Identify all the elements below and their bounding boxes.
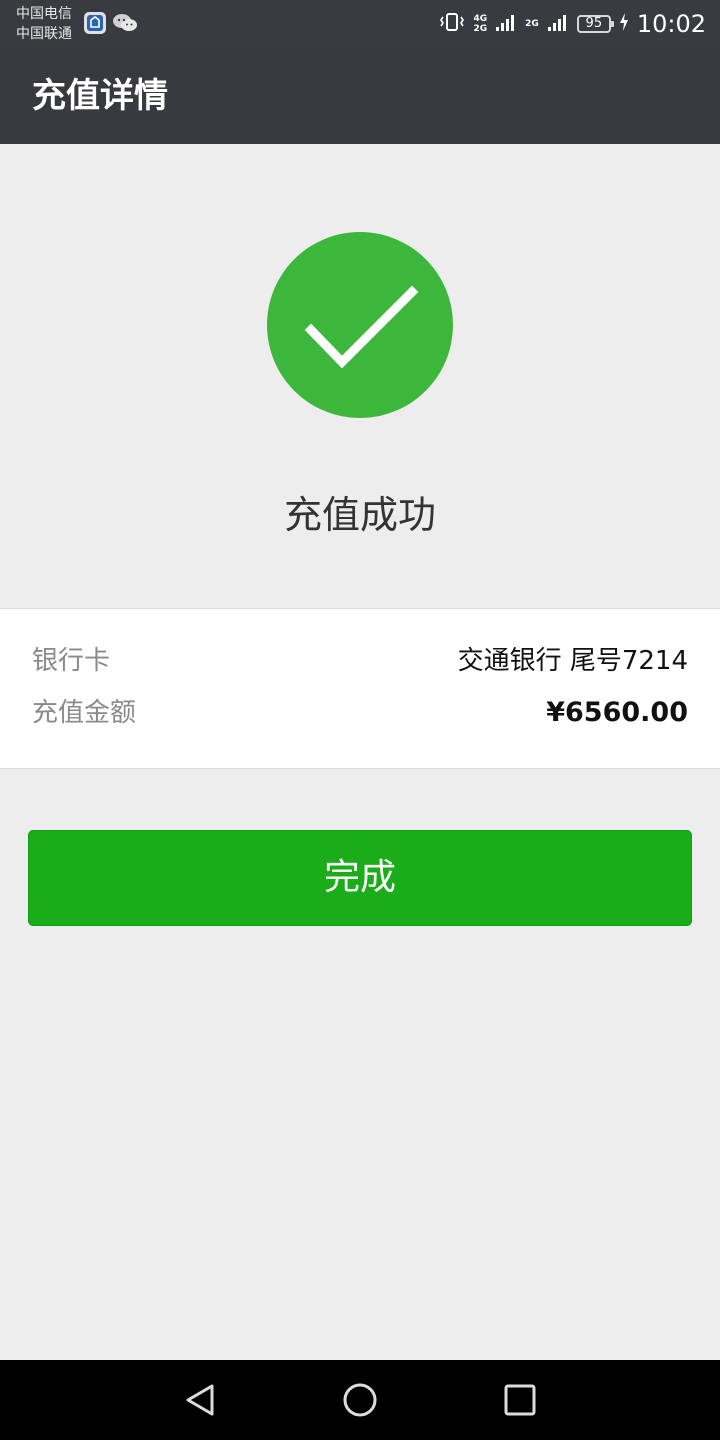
page-title: 充值详情 [32, 76, 168, 116]
notification-icons [84, 12, 138, 38]
success-status-text: 充值成功 [283, 493, 436, 537]
amount-value: ¥6560.00 [546, 697, 688, 728]
home-circle-icon[interactable] [340, 1380, 380, 1420]
carrier-1: 中国电信 [16, 6, 72, 22]
signal-strength-secondary-icon [547, 11, 569, 37]
network-4g-label: 4G [473, 14, 488, 24]
back-triangle-icon[interactable] [180, 1380, 220, 1420]
wechat-notification-icon [112, 12, 138, 38]
bank-card-row: 银行卡 交通银行 尾号7214 [32, 641, 688, 681]
carrier-info: 中国电信 中国联通 [16, 4, 72, 44]
recents-square-icon[interactable] [500, 1380, 540, 1420]
title-bar: 充值详情 [0, 48, 720, 144]
battery-indicator: 95 [576, 15, 614, 33]
carrier-2: 中国联通 [16, 26, 72, 42]
recharge-details-card: 银行卡 交通银行 尾号7214 充值金额 ¥6560.00 [0, 608, 720, 769]
clock: 10:02 [636, 10, 706, 38]
network-2g-label: 2G [473, 24, 488, 34]
amount-row: 充值金额 ¥6560.00 [32, 693, 688, 733]
bank-app-notification-icon [84, 12, 106, 34]
system-navigation-bar [0, 1360, 720, 1440]
bank-card-label: 银行卡 [32, 646, 111, 676]
bank-card-value: 交通银行 尾号7214 [457, 646, 688, 676]
network-type-stack: 4G 2G [474, 14, 488, 34]
amount-label: 充值金额 [32, 698, 137, 728]
checkmark-circle-icon [267, 232, 453, 418]
vibrate-icon [438, 11, 466, 37]
status-indicators: 4G 2G 2G 95 10:02 [438, 0, 706, 48]
network-2g-secondary-label: 2G [525, 19, 539, 29]
charging-bolt-icon [619, 12, 629, 36]
done-button[interactable]: 完成 [28, 830, 692, 926]
status-bar: 中国电信 中国联通 4G 2G 2G 95 10:02 [0, 0, 720, 48]
signal-strength-icon [495, 11, 517, 37]
